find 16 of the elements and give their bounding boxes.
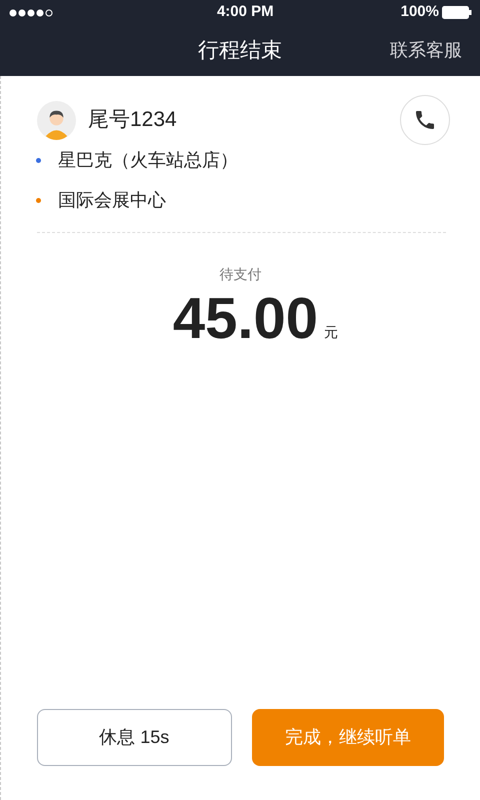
fare-amount: 45.00 [172, 287, 318, 351]
avatar-icon [37, 100, 76, 140]
fare-label: 待支付 [218, 265, 262, 284]
status-time: 4:00 PM [216, 2, 274, 22]
stop-address: 国际会展中心 [58, 189, 166, 212]
screen-title: 行程结束 [198, 38, 282, 64]
phone-icon [413, 108, 437, 132]
signal-icon [8, 8, 54, 18]
stop-address: 星巴克（火车站总店） [58, 149, 238, 172]
battery-percent: 100% [400, 2, 439, 22]
fare-unit: 元 [324, 323, 338, 342]
customer-service-link[interactable]: 联系客服 [390, 37, 462, 64]
rest-button[interactable]: 休息 15s [37, 709, 232, 766]
battery-icon [442, 6, 472, 19]
call-button[interactable] [400, 95, 450, 145]
passenger-name: 尾号1234 [88, 107, 178, 134]
